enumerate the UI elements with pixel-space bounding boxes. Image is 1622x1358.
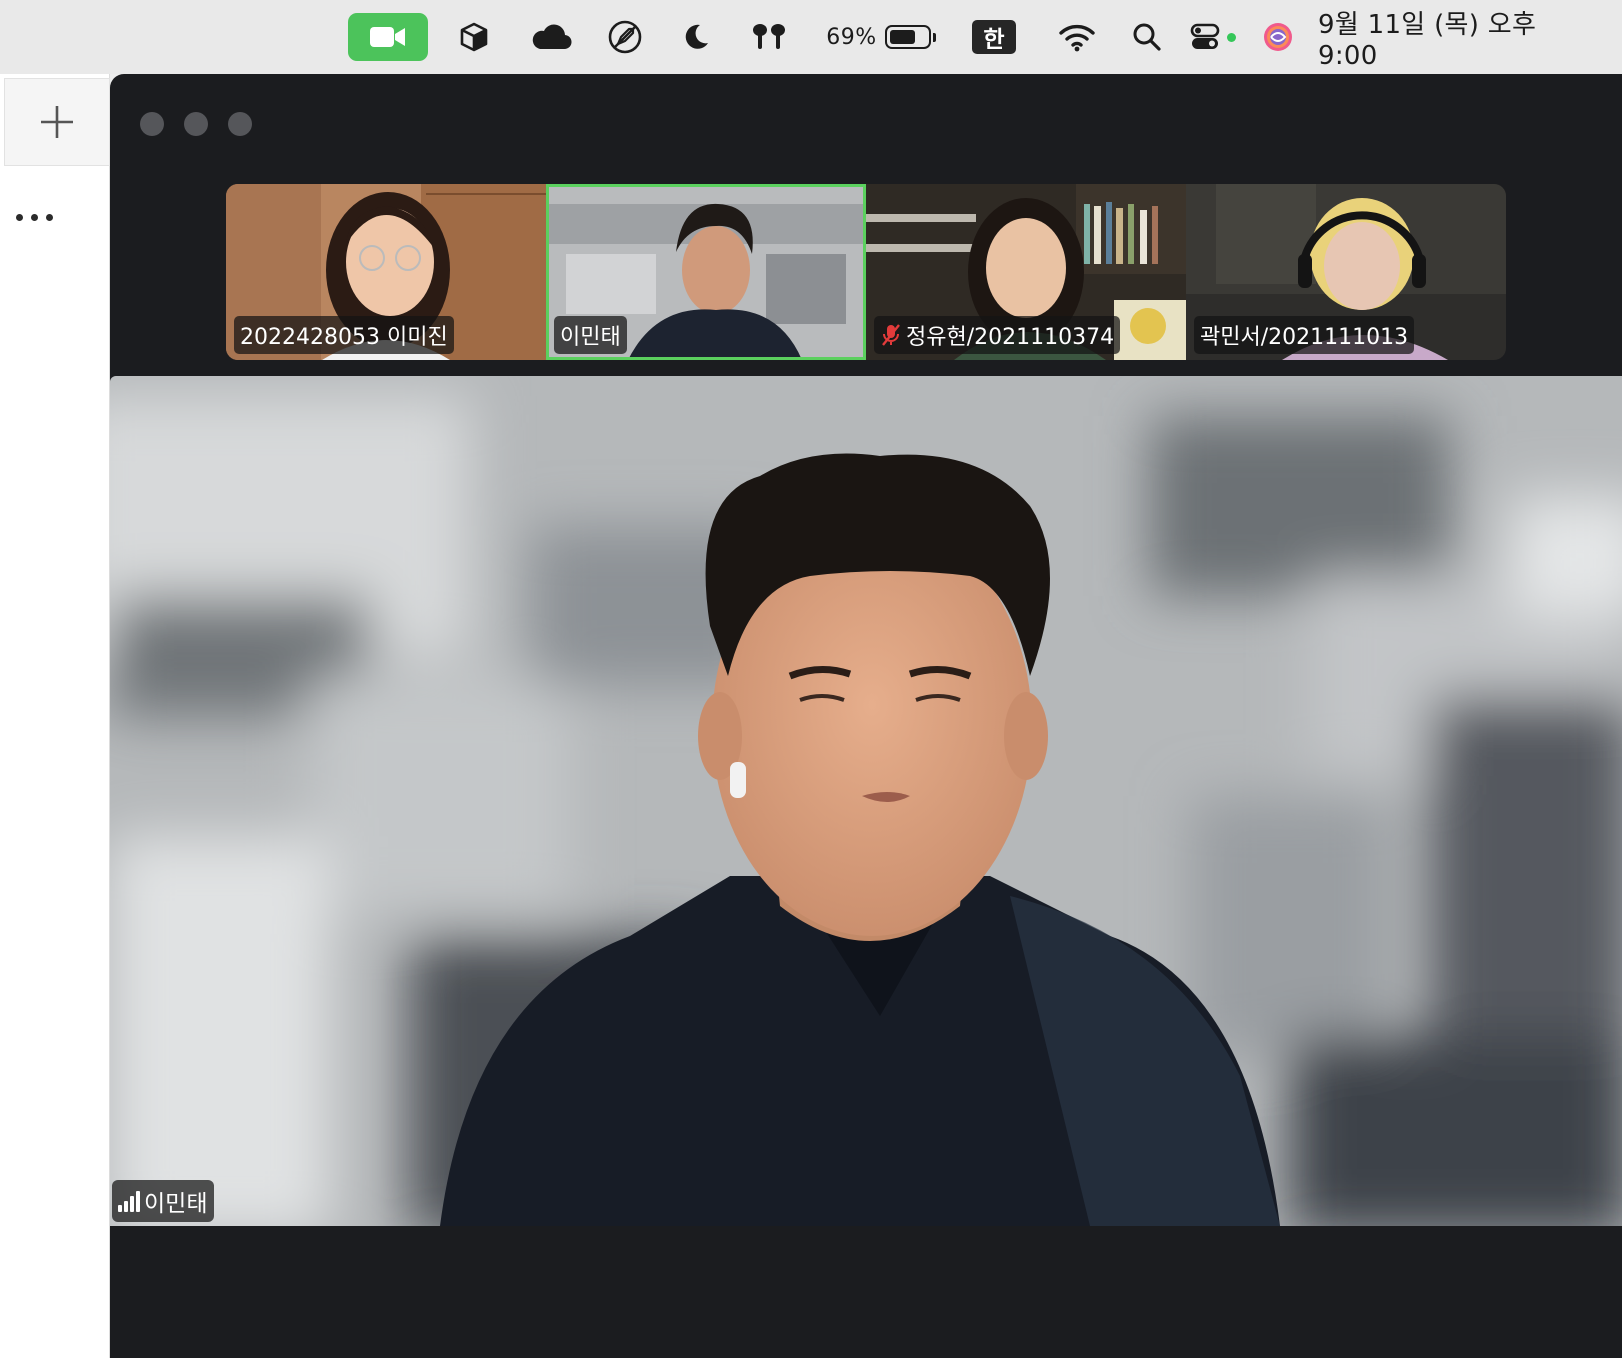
focus-menu-button[interactable] [678, 10, 714, 64]
participant-name: 2022428053 이미진 [240, 325, 448, 350]
cloud-icon [532, 24, 572, 50]
minimize-window-button[interactable] [184, 112, 208, 136]
wifi-menu-button[interactable] [1056, 10, 1098, 64]
participant-name-label: 곽민서/2021111013 [1194, 316, 1415, 354]
control-center-button[interactable] [1188, 10, 1238, 64]
cloud-menu-button[interactable] [528, 10, 574, 64]
connection-signal-icon [118, 1190, 140, 1212]
speaker-name-label: 이민태 [112, 1180, 215, 1222]
input-method-button[interactable]: 한 [972, 20, 1016, 54]
more-icon[interactable] [16, 214, 53, 221]
rocket-menu-button[interactable] [605, 10, 645, 64]
search-icon [1133, 23, 1161, 51]
control-center-icon [1190, 23, 1220, 49]
plus-icon [41, 106, 73, 138]
participant-name: 이민태 [560, 325, 621, 350]
wifi-icon [1059, 24, 1095, 52]
side-panel [0, 74, 110, 1358]
participant-tile[interactable]: 곽민서/2021111013 [1186, 184, 1506, 360]
menu-bar-clock[interactable]: 9월 11일 (목) 오후 9:00 [1318, 10, 1600, 71]
speaker-name: 이민태 [144, 1191, 208, 1217]
participant-name-label: 정유현/2021110374 [874, 316, 1121, 354]
rocket-icon [608, 20, 642, 54]
participant-name: 정유현/2021110374 [906, 325, 1115, 350]
zoom-menu-button[interactable] [348, 13, 428, 61]
speaker-video[interactable]: 이민태 [110, 376, 1622, 1226]
participant-tile[interactable]: 2022428053 이미진 [226, 184, 546, 360]
participant-name-label: 2022428053 이미진 [234, 316, 454, 354]
muted-microphone-icon [882, 324, 900, 346]
box-menu-button[interactable] [454, 10, 494, 64]
airpods-icon [753, 24, 785, 49]
siri-button[interactable] [1260, 10, 1296, 64]
speaker-video-frame [110, 376, 1622, 1226]
participant-name: 곽민서/2021111013 [1200, 325, 1409, 350]
moon-icon [685, 24, 708, 49]
close-window-button[interactable] [140, 112, 164, 136]
battery-menu-button[interactable]: 69% [822, 10, 940, 64]
participant-tile-active[interactable]: 이민태 [546, 184, 866, 360]
menu-bar: 69% 한 9월 11일 (목) 오후 9:00 [0, 0, 1622, 74]
participant-name-label: 이민태 [554, 316, 627, 354]
zoom-window-button[interactable] [228, 112, 252, 136]
box-icon [460, 22, 488, 52]
participant-tile[interactable]: 정유현/2021110374 [866, 184, 1186, 360]
spotlight-button[interactable] [1130, 10, 1164, 64]
battery-percent: 69% [826, 24, 877, 50]
siri-icon [1264, 23, 1292, 51]
new-item-button[interactable] [4, 78, 110, 166]
window-controls [140, 112, 252, 136]
zoom-meeting-window: 2022428053 이미진 이민태 정유현/2021110374 곽민서/20… [110, 74, 1622, 1358]
zoom-camera-icon [370, 27, 405, 47]
battery-icon [884, 25, 931, 49]
camera-in-use-dot [1227, 32, 1236, 42]
participant-strip: 2022428053 이미진 이민태 정유현/2021110374 곽민서/20… [226, 184, 1506, 360]
battery-cap [932, 32, 936, 42]
battery-level-fill [889, 30, 915, 44]
airpods-menu-button[interactable] [748, 10, 790, 64]
